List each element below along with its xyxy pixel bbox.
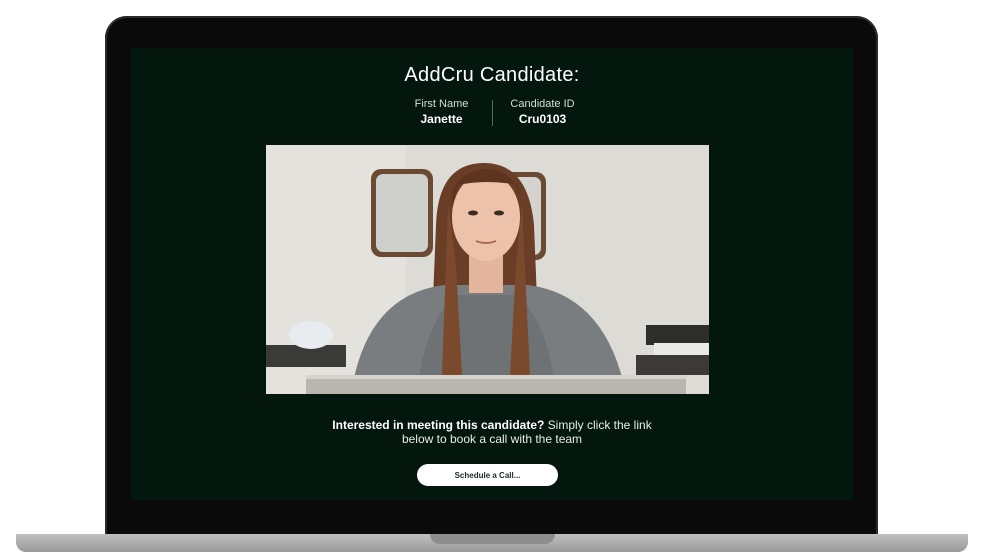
candidate-id-value: Cru0103 <box>518 112 567 126</box>
candidate-fields: First Name Janette Candidate ID Cru0103 <box>131 98 853 126</box>
cta-line-1: Interested in meeting this candidate? Si… <box>131 418 853 432</box>
page-title: AddCru Candidate: <box>404 64 580 86</box>
candidate-id-field: Candidate ID Cru0103 <box>493 98 593 126</box>
laptop-screen: AddCru Candidate: First Name Janette Can… <box>131 48 853 500</box>
cta-line-2: below to book a call with the team <box>401 432 583 446</box>
cta-bold: Interested in meeting this candidate? <box>332 418 545 432</box>
laptop-notch <box>430 534 555 544</box>
laptop-mockup: AddCru Candidate: First Name Janette Can… <box>0 0 984 554</box>
first-name-value: Janette <box>420 112 463 126</box>
cta-text: Interested in meeting this candidate? Si… <box>131 418 853 446</box>
schedule-call-button[interactable]: Schedule a Call... <box>417 464 558 486</box>
first-name-field: First Name Janette <box>392 98 492 126</box>
first-name-label: First Name <box>414 98 469 110</box>
candidate-video-still <box>266 145 709 394</box>
candidate-id-label: Candidate ID <box>510 98 575 110</box>
cta-line-1-rest: Simply click the link <box>544 418 652 432</box>
candidate-video[interactable] <box>266 145 709 394</box>
